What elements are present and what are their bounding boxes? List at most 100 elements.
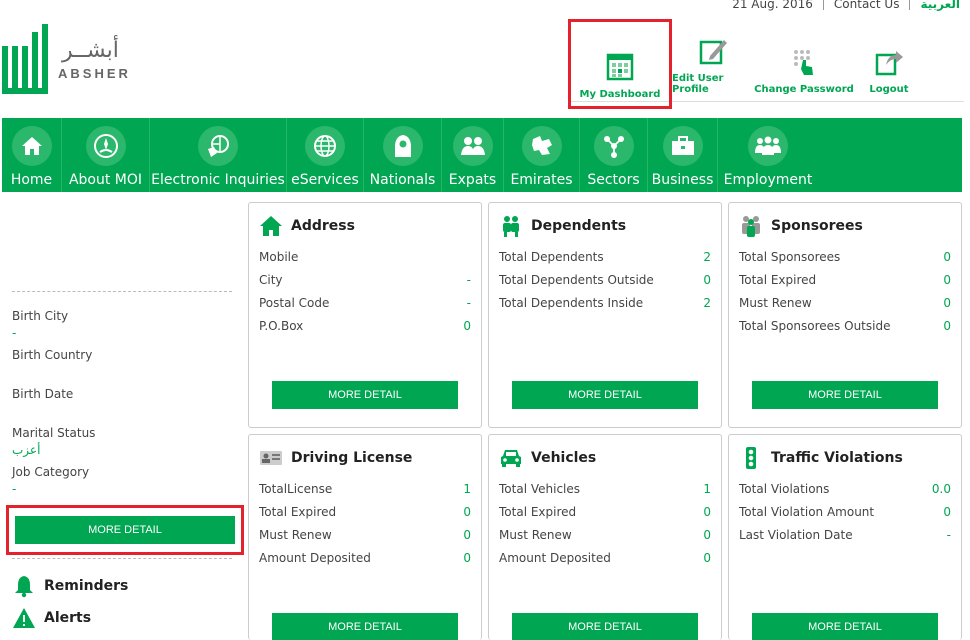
nav-label: Emirates xyxy=(510,172,573,188)
card-row: Postal Code - xyxy=(259,291,471,314)
reminders-link[interactable]: Reminders xyxy=(12,574,128,598)
change-password-button[interactable]: Change Password xyxy=(754,22,854,101)
row-value: 2 xyxy=(703,249,711,264)
edit-pencil-icon xyxy=(699,40,727,65)
family-icon xyxy=(503,216,519,237)
nav-item-business[interactable]: Business xyxy=(648,118,718,192)
nav-item-emirates[interactable]: Emirates xyxy=(504,118,580,192)
vehicles-more-detail-button[interactable]: MORE DETAIL xyxy=(512,613,698,640)
driving-license-card: Driving License TotalLicense 1 Total Expi… xyxy=(248,434,482,640)
traffic-violations-card: Traffic Violations Total Violations 0.0 T… xyxy=(728,434,962,640)
nav-label: eServices xyxy=(291,172,359,188)
contact-us-link[interactable]: Contact Us xyxy=(824,0,910,11)
card-title: Driving License xyxy=(291,450,413,466)
card-rows: TotalLicense 1 Total Expired 0 Must Renew 0… xyxy=(249,471,481,569)
bell-icon xyxy=(15,576,33,598)
absher-logo-mark xyxy=(2,24,48,94)
card-row: Total Sponsorees Outside 0 xyxy=(739,314,951,337)
car-icon xyxy=(501,450,521,467)
calendar-grid-icon xyxy=(606,53,634,81)
row-value: 2 xyxy=(703,295,711,310)
card-rows: Total Vehicles 1 Total Expired 0 Must Rene… xyxy=(489,471,721,569)
dependents-more-detail-button[interactable]: MORE DETAIL xyxy=(512,381,698,409)
card-row: Must Renew 0 xyxy=(259,523,471,546)
home-icon xyxy=(260,216,282,236)
card-title: Traffic Violations xyxy=(771,450,903,466)
row-label: Mobile xyxy=(259,249,299,264)
row-value: 0.0 xyxy=(931,481,951,496)
card-row: Last Violation Date - xyxy=(739,523,951,546)
birth-city-value: - xyxy=(12,326,17,340)
row-value: 1 xyxy=(703,481,711,496)
reminders-label: Reminders xyxy=(44,578,129,594)
card-row: Total Expired 0 xyxy=(499,500,711,523)
card-header: Dependents xyxy=(489,203,721,239)
sidebar-more-detail-highlight: MORE DETAIL xyxy=(6,505,244,555)
row-label: Total Violations xyxy=(739,481,830,496)
card-row: TotalLicense 1 xyxy=(259,477,471,500)
language-switch-link[interactable]: العربية xyxy=(910,0,960,11)
my-dashboard-button[interactable]: My Dashboard xyxy=(568,19,672,109)
row-value: 0 xyxy=(463,504,471,519)
nav-item-nationals[interactable]: Nationals xyxy=(364,118,442,192)
card-row: Total Violation Amount 0 xyxy=(739,500,951,523)
card-row: Total Sponsorees 0 xyxy=(739,245,951,268)
home-icon xyxy=(11,126,52,166)
sidebar-divider xyxy=(12,291,232,292)
card-title: Vehicles xyxy=(531,450,597,466)
row-value: 0 xyxy=(703,504,711,519)
map-icon xyxy=(521,126,562,166)
current-date: 21 Aug. 2016 xyxy=(732,0,813,11)
logout-button[interactable]: Logout xyxy=(854,22,924,101)
row-label: TotalLicense xyxy=(259,481,333,496)
card-row: Total Expired 0 xyxy=(259,500,471,523)
row-value: - xyxy=(466,272,471,287)
row-value: - xyxy=(466,295,471,310)
row-label: Total Sponsorees xyxy=(739,249,841,264)
sponsorees-icon xyxy=(742,216,760,237)
edit-user-profile-button[interactable]: Edit User Profile xyxy=(672,22,754,101)
card-title: Dependents xyxy=(531,218,627,234)
absher-logo[interactable]: أبشــر ABSHER xyxy=(0,24,140,100)
card-row: Amount Deposited 0 xyxy=(259,546,471,569)
nav-item-sectors[interactable]: Sectors xyxy=(580,118,648,192)
row-value: 0 xyxy=(703,527,711,542)
row-value: 0 xyxy=(463,550,471,565)
row-label: Must Renew xyxy=(739,295,812,310)
row-value: 0 xyxy=(943,249,951,264)
absher-dashboard-page: 21 Aug. 2016 Contact Us العربية أبشــر A… xyxy=(0,0,970,640)
row-label: Total Sponsorees Outside xyxy=(739,318,891,333)
main-navigation: Home About MOI Electronic Inquiries eSer… xyxy=(2,118,962,192)
card-header: Address xyxy=(249,203,481,239)
warning-icon xyxy=(13,608,35,628)
my-dashboard-label: My Dashboard xyxy=(579,89,661,100)
address-more-detail-button[interactable]: MORE DETAIL xyxy=(272,381,458,409)
driving-license-more-detail-button[interactable]: MORE DETAIL xyxy=(272,613,458,640)
card-row: Total Violations 0.0 xyxy=(739,477,951,500)
row-value: 0 xyxy=(943,272,951,287)
card-row: Total Dependents Outside 0 xyxy=(499,268,711,291)
people-icon xyxy=(748,126,788,166)
alerts-link[interactable]: Alerts xyxy=(12,606,91,630)
vehicles-card: Vehicles Total Vehicles 1 Total Expired 0 … xyxy=(488,434,722,640)
id-card-icon xyxy=(260,451,282,465)
nav-item-electronic-inquiries[interactable]: Electronic Inquiries xyxy=(150,118,287,192)
nav-item-home[interactable]: Home xyxy=(2,118,62,192)
sponsorees-more-detail-button[interactable]: MORE DETAIL xyxy=(752,381,938,409)
row-value: 0 xyxy=(463,318,471,333)
logout-label: Logout xyxy=(869,84,909,95)
row-value: - xyxy=(946,527,951,542)
sidebar-more-detail-button[interactable]: MORE DETAIL xyxy=(15,516,235,544)
nav-item-expats[interactable]: Expats xyxy=(442,118,504,192)
nav-item-employment[interactable]: Employment xyxy=(718,118,818,192)
traffic-violations-more-detail-button[interactable]: MORE DETAIL xyxy=(752,613,938,640)
row-label: Total Expired xyxy=(739,272,817,287)
row-label: Amount Deposited xyxy=(259,550,371,565)
nav-item-about-moi[interactable]: About MOI xyxy=(62,118,150,192)
card-title: Address xyxy=(291,218,355,234)
marital-status-label: Marital Status xyxy=(12,426,96,440)
row-label: Total Expired xyxy=(499,504,577,519)
row-label: Total Dependents Outside xyxy=(499,272,654,287)
nav-item-eservices[interactable]: eServices xyxy=(287,118,364,192)
user-actions-bar: My Dashboard Edit User Profile Change Pa… xyxy=(568,19,964,109)
